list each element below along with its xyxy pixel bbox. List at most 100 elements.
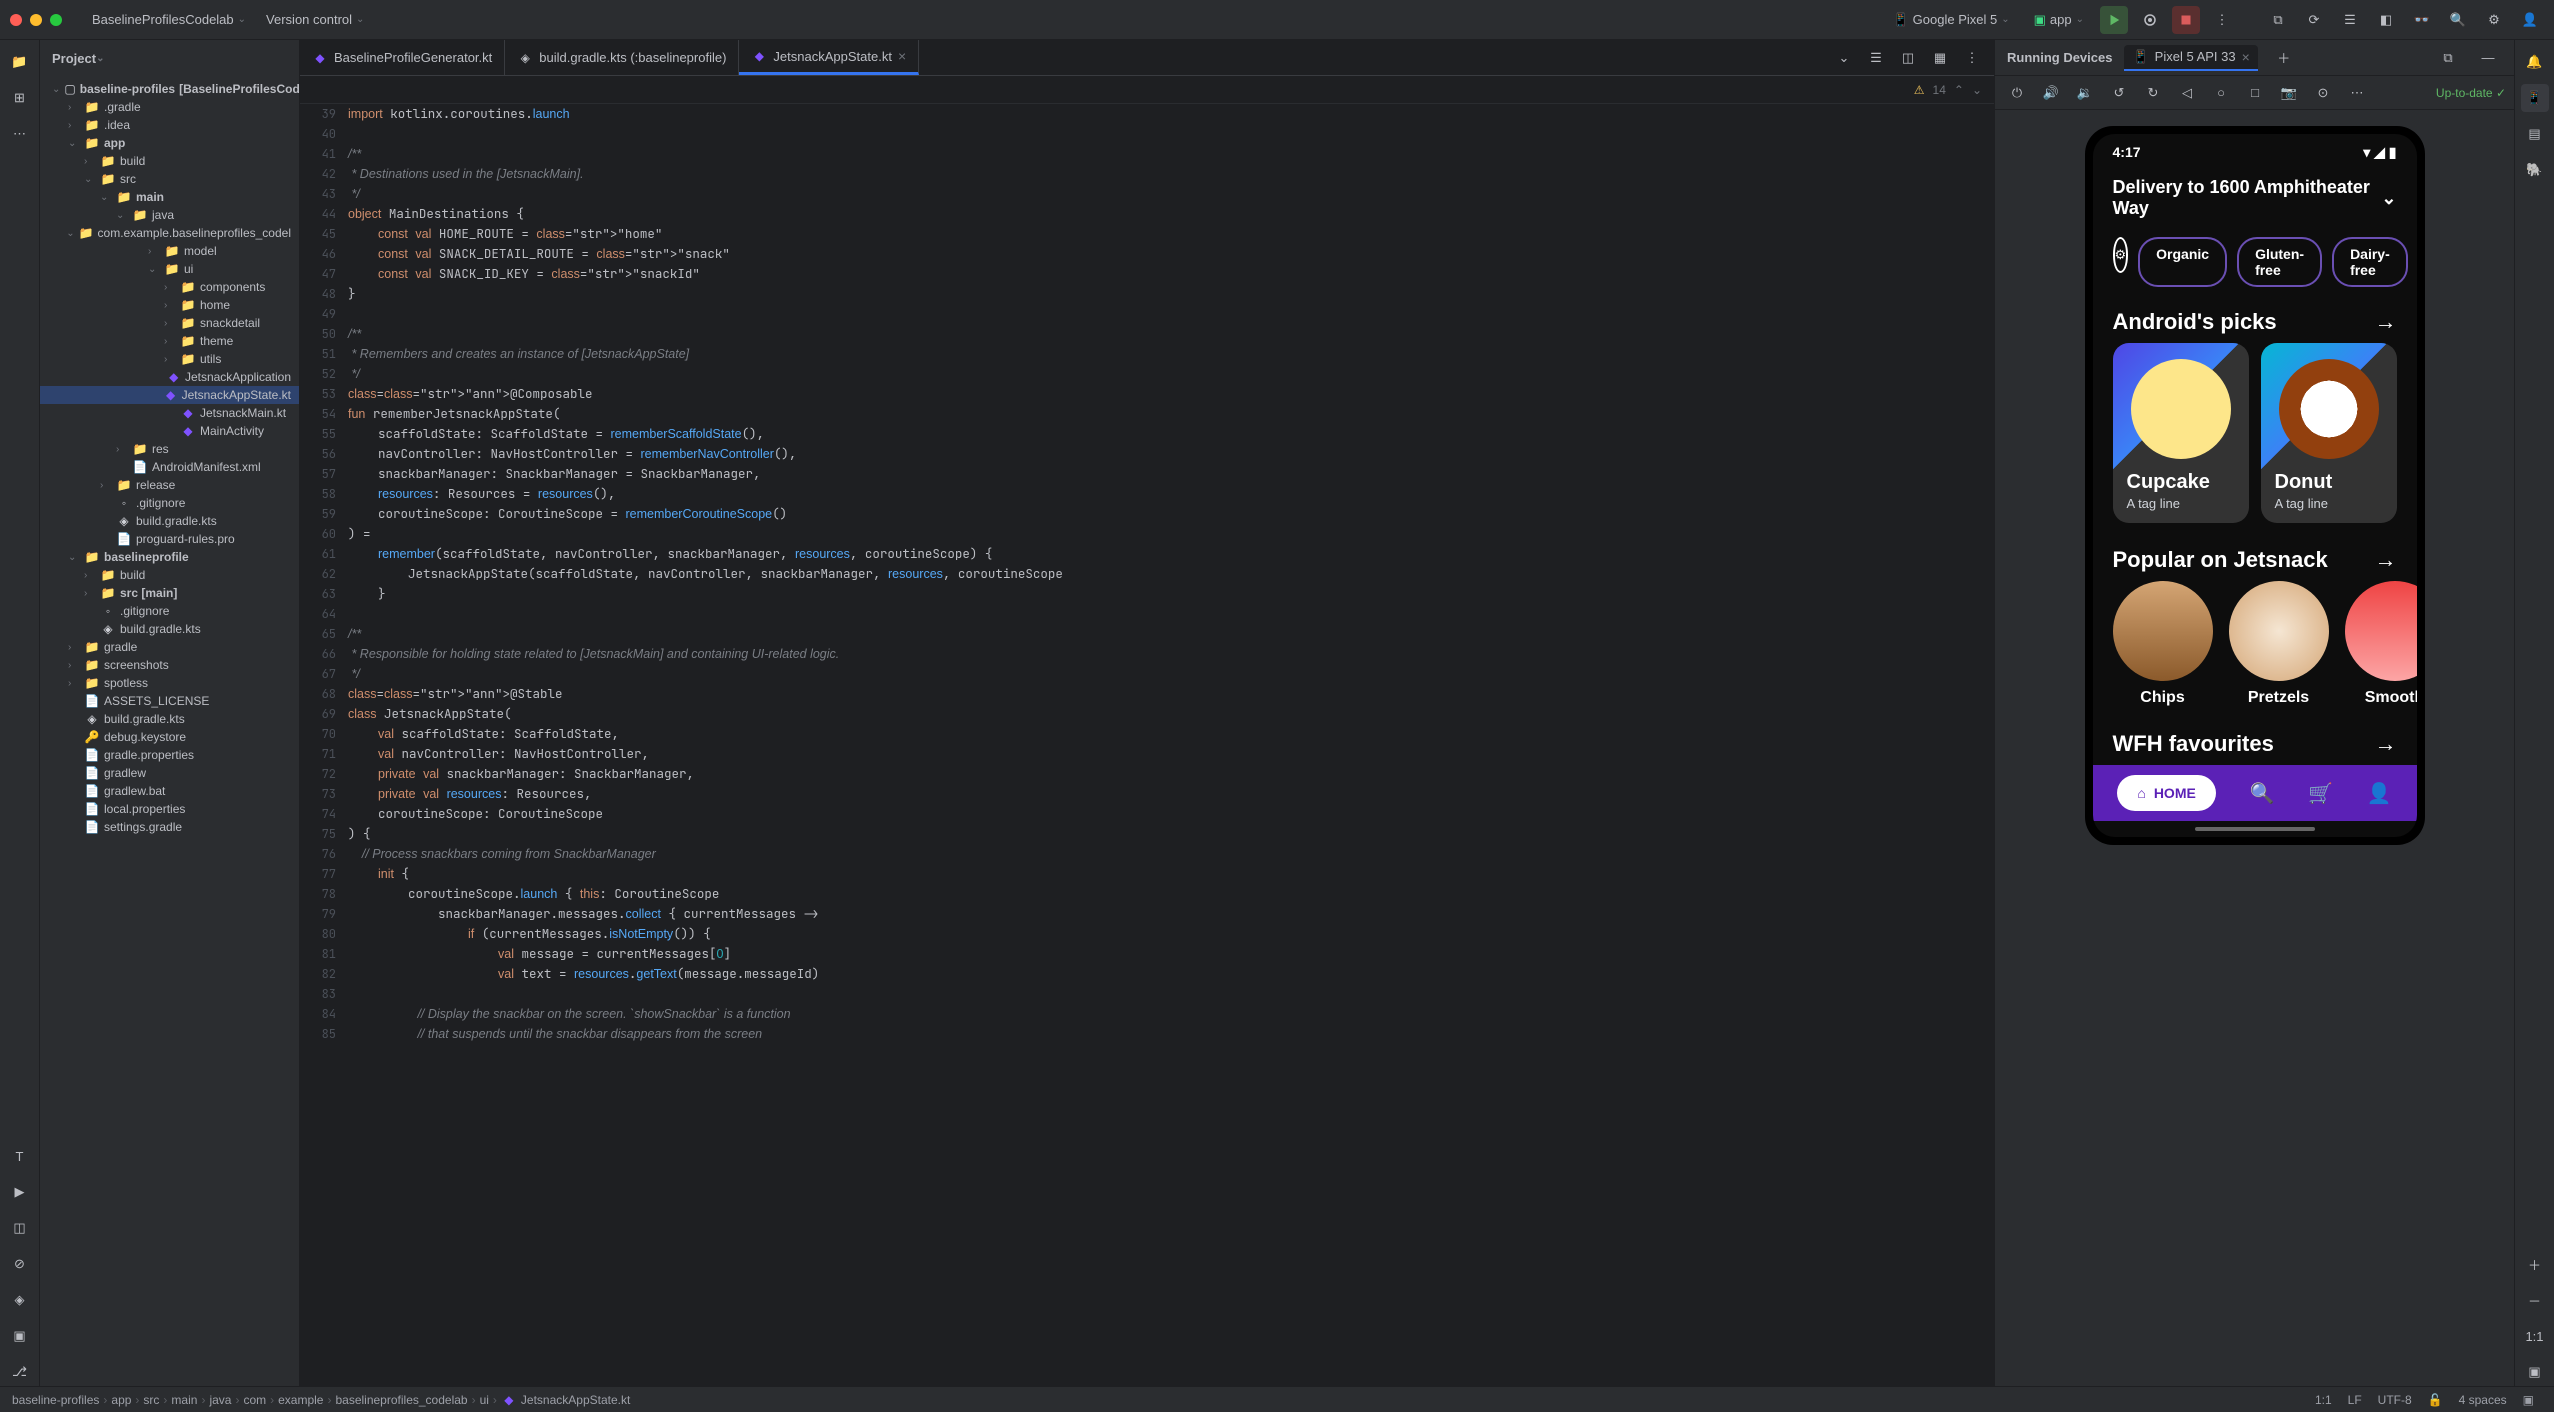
pick-card-cupcake[interactable]: Cupcake A tag line [2113, 343, 2249, 523]
problems-tool-icon[interactable]: ⊘ [6, 1250, 34, 1278]
breadcrumb-item[interactable]: example [278, 1393, 323, 1407]
notifications-icon[interactable]: 🔔 [2521, 48, 2549, 76]
tree-item[interactable]: ›📁.gradle [40, 98, 299, 116]
back-icon[interactable]: ◁ [2173, 79, 2201, 107]
tree-item[interactable]: 📄ASSETS_LICENSE [40, 692, 299, 710]
zoom-out-icon[interactable]: － [2521, 1286, 2549, 1314]
extended-controls-icon[interactable]: ⋯ [2343, 79, 2371, 107]
tree-item[interactable]: ›📁spotless [40, 674, 299, 692]
filter-chip[interactable]: Organic [2138, 237, 2227, 287]
breadcrumb-item[interactable]: ui [480, 1393, 489, 1407]
nav-search-icon[interactable]: 🔍 [2250, 781, 2275, 806]
breadcrumb-item[interactable]: src [143, 1393, 159, 1407]
screenshot-icon[interactable]: 📷 [2275, 79, 2303, 107]
tree-item[interactable]: ›📁build [40, 566, 299, 584]
tree-item-selected[interactable]: ◆JetsnackAppState.kt [40, 386, 299, 404]
tree-item[interactable]: ⌄📁app [40, 134, 299, 152]
tree-item[interactable]: 📄gradlew.bat [40, 782, 299, 800]
tree-item[interactable]: ›📁components [40, 278, 299, 296]
tree-item[interactable]: ›📁release [40, 476, 299, 494]
tree-item[interactable]: ⌄📁com.example.baselineprofiles_codel [40, 224, 299, 242]
vcs-dropdown[interactable]: Version control ⌄ [256, 8, 374, 31]
editor-tab-active[interactable]: ◆ JetsnackAppState.kt × [739, 40, 919, 75]
run-tool-icon[interactable]: ▶ [6, 1178, 34, 1206]
tree-item[interactable]: ›📁build [40, 152, 299, 170]
tree-item[interactable]: 🔑debug.keystore [40, 728, 299, 746]
indent-setting[interactable]: 4 spaces [2451, 1393, 2515, 1407]
tree-root[interactable]: ⌄▢baseline-profiles [BaselineProfilesCod… [40, 80, 299, 98]
power-icon[interactable]: ⏻ [2003, 79, 2031, 107]
section-wfh[interactable]: WFH favourites → [2093, 723, 2417, 765]
tree-item[interactable]: 📄local.properties [40, 800, 299, 818]
emulator-tab[interactable]: 📱 Pixel 5 API 33 × [2124, 45, 2257, 71]
project-tree[interactable]: ⌄▢baseline-profiles [BaselineProfilesCod… [40, 76, 299, 1386]
tree-item[interactable]: ◦.gitignore [40, 602, 299, 620]
tree-item[interactable]: ◆JetsnackApplication [40, 368, 299, 386]
breadcrumb-item[interactable]: java [209, 1393, 231, 1407]
tree-item[interactable]: ◈build.gradle.kts [40, 512, 299, 530]
code-editor[interactable]: import kotlinx.coroutines.launch /** * D… [344, 104, 1994, 1386]
zoom-fit-icon[interactable]: 1:1 [2521, 1322, 2549, 1350]
code-view-icon[interactable]: ☰ [1862, 44, 1890, 72]
avd-manager-icon[interactable]: 👓 [2408, 6, 2436, 34]
filter-icon[interactable]: ⚙ [2113, 237, 2129, 273]
section-popular[interactable]: Popular on Jetsnack → [2093, 539, 2417, 581]
device-manager-tool-icon[interactable]: ▤ [2521, 120, 2549, 148]
tree-item[interactable]: ⌄📁baselineprofile [40, 548, 299, 566]
more-tool-icon[interactable]: ⋯ [6, 120, 34, 148]
zoom-actual-icon[interactable]: ▣ [2521, 1358, 2549, 1386]
structure-tool-icon[interactable]: ⊞ [6, 84, 34, 112]
warning-icon[interactable]: ⚠ [1914, 83, 1925, 97]
resource-manager-icon[interactable]: T [6, 1142, 34, 1170]
tabs-dropdown-icon[interactable]: ⌄ [1830, 44, 1858, 72]
tree-item[interactable]: 📄AndroidManifest.xml [40, 458, 299, 476]
home-icon[interactable]: ○ [2207, 79, 2235, 107]
profiler-tool-icon[interactable]: ◈ [6, 1286, 34, 1314]
project-panel-header[interactable]: Project ⌄ [40, 40, 299, 76]
tree-item[interactable]: ›📁home [40, 296, 299, 314]
float-panel-icon[interactable]: ⧉ [2434, 44, 2462, 72]
close-window[interactable] [10, 14, 22, 26]
breadcrumb-item[interactable]: main [171, 1393, 197, 1407]
vcs-tool-icon[interactable]: ⎇ [6, 1358, 34, 1386]
pick-card-donut[interactable]: Donut A tag line [2261, 343, 2397, 523]
stop-button[interactable] [2172, 6, 2200, 34]
sync-project-icon[interactable]: ⟳ [2300, 6, 2328, 34]
breadcrumb-item[interactable]: JetsnackAppState.kt [521, 1393, 630, 1407]
nav-home-button[interactable]: ⌂ HOME [2117, 775, 2215, 811]
tree-item[interactable]: ›📁theme [40, 332, 299, 350]
close-tab-icon[interactable]: × [898, 48, 906, 64]
popular-item[interactable]: Smooth [2345, 581, 2417, 707]
breadcrumb-item[interactable]: baselineprofiles_codelab [335, 1393, 467, 1407]
tree-item[interactable]: 📄gradlew [40, 764, 299, 782]
tree-item[interactable]: ◈build.gradle.kts [40, 710, 299, 728]
minimize-window[interactable] [30, 14, 42, 26]
tree-item[interactable]: 📄gradle.properties [40, 746, 299, 764]
tree-item[interactable]: ›📁res [40, 440, 299, 458]
device-manager-icon[interactable]: ☰ [2336, 6, 2364, 34]
tree-item[interactable]: ›📁utils [40, 350, 299, 368]
breadcrumb-item[interactable]: app [111, 1393, 131, 1407]
more-actions-button[interactable]: ⋮ [2208, 6, 2236, 34]
section-androids-picks[interactable]: Android's picks → [2093, 301, 2417, 343]
deployment-device-selector[interactable]: 📱 Google Pixel 5 ⌄ [1884, 8, 2017, 32]
zoom-in-icon[interactable]: ＋ [2521, 1250, 2549, 1278]
breadcrumb-item[interactable]: com [243, 1393, 266, 1407]
overview-icon[interactable]: □ [2241, 79, 2269, 107]
tree-item[interactable]: 📄proguard-rules.pro [40, 530, 299, 548]
editor-tab[interactable]: ◆ BaselineProfileGenerator.kt [300, 40, 505, 75]
filter-chip[interactable]: Gluten-free [2237, 237, 2322, 287]
prev-highlight-icon[interactable]: ⌃ [1954, 83, 1964, 97]
tree-item[interactable]: ◦.gitignore [40, 494, 299, 512]
file-encoding[interactable]: UTF-8 [2370, 1393, 2420, 1407]
tree-item[interactable]: ⌄📁ui [40, 260, 299, 278]
breadcrumb[interactable]: baseline-profiles› app› src› main› java›… [12, 1393, 630, 1407]
minimize-panel-icon[interactable]: — [2474, 44, 2502, 72]
running-devices-tool-icon[interactable]: 📱 [2521, 84, 2549, 112]
rotate-left-icon[interactable]: ↺ [2105, 79, 2133, 107]
tree-item[interactable]: 📄settings.gradle [40, 818, 299, 836]
popular-item[interactable]: Chips [2113, 581, 2213, 707]
settings-icon[interactable]: ⚙ [2480, 6, 2508, 34]
next-highlight-icon[interactable]: ⌄ [1972, 83, 1982, 97]
filter-chip[interactable]: Dairy-free [2332, 237, 2408, 287]
